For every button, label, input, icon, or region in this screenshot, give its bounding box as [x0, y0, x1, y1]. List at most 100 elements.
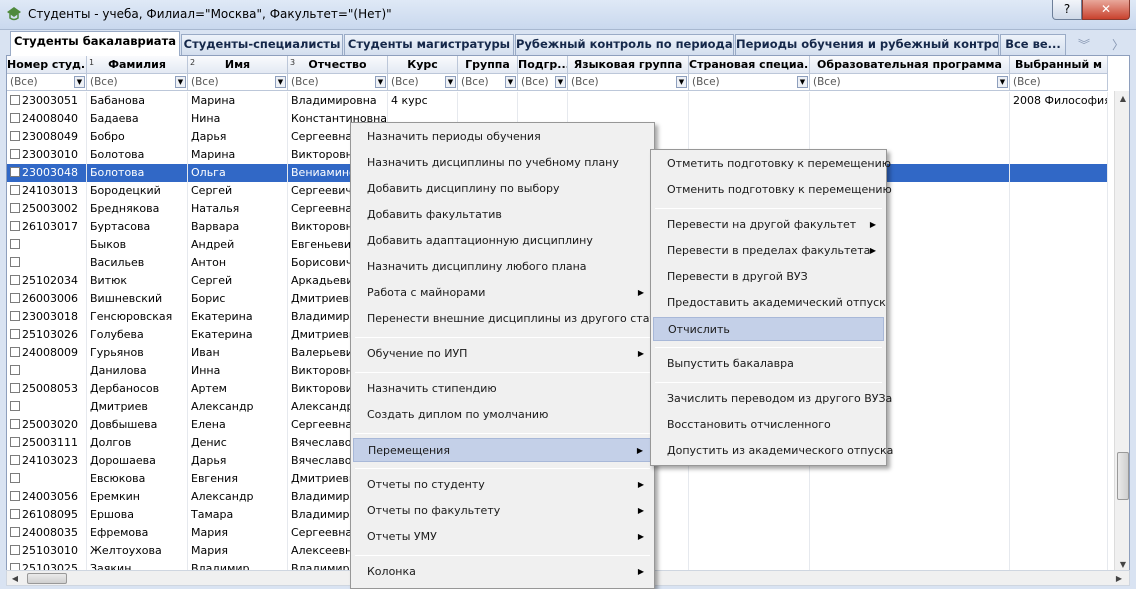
cell-last-name[interactable]: Ершова [87, 506, 188, 524]
cell-student-number[interactable]: 25003111 [7, 434, 87, 452]
column-filter-last-name[interactable]: (Все) ▼ [87, 74, 188, 91]
cell-selected-minor[interactable] [1010, 398, 1108, 416]
column-filter-country-spec[interactable]: (Все) ▼ [689, 74, 810, 91]
submenu-item[interactable]: Зачислить переводом из другого ВУЗа [653, 387, 892, 411]
cell-student-number[interactable]: 25008053 [7, 380, 87, 398]
submenu-item[interactable]: Восстановить отчисленного [653, 413, 884, 437]
cell-student-number[interactable]: 23003010 [7, 146, 87, 164]
cell-last-name[interactable]: Генсюровская [87, 308, 188, 326]
row-checkbox[interactable] [10, 401, 20, 411]
cell-last-name[interactable]: Гурьянов [87, 344, 188, 362]
cell-student-number[interactable]: 25103026 [7, 326, 87, 344]
filter-dropdown-icon[interactable]: ▼ [505, 76, 516, 88]
submenu-item[interactable]: Перевести на другой факультет ▶ [653, 213, 884, 237]
cell-student-number[interactable]: 26003006 [7, 290, 87, 308]
cell-edu-program[interactable] [810, 542, 1010, 560]
cell-edu-program[interactable] [810, 92, 1010, 110]
cell-student-number[interactable]: 24103013 [7, 182, 87, 200]
row-checkbox[interactable] [10, 95, 20, 105]
row-checkbox[interactable] [10, 167, 20, 177]
tab-bachelor-students[interactable]: Студенты бакалавриата [10, 31, 180, 56]
cell-last-name[interactable]: Вишневский [87, 290, 188, 308]
cell-student-number[interactable]: 23008049 [7, 128, 87, 146]
column-filter-language-group[interactable]: (Все) ▼ [568, 74, 689, 91]
tab-all[interactable]: Все ве... [1000, 34, 1066, 55]
cell-selected-minor[interactable]: 2008 Философия... [1010, 92, 1108, 110]
cell-last-name[interactable]: Евсюкова [87, 470, 188, 488]
cell-student-number[interactable]: 25102034 [7, 272, 87, 290]
chevron-right-icon[interactable]: 〉 [1112, 36, 1124, 53]
cell-selected-minor[interactable] [1010, 110, 1108, 128]
row-checkbox[interactable] [10, 419, 20, 429]
cell-selected-minor[interactable] [1010, 344, 1108, 362]
cell-student-number[interactable]: 24008009 [7, 344, 87, 362]
scroll-up-icon[interactable]: ▲ [1115, 91, 1129, 107]
cell-first-name[interactable]: Александр [188, 488, 288, 506]
cell-selected-minor[interactable] [1010, 506, 1108, 524]
context-menu-item[interactable]: Отчеты по факультету ▶ [353, 499, 652, 523]
cell-first-name[interactable]: Екатерина [188, 326, 288, 344]
cell-selected-minor[interactable] [1010, 272, 1108, 290]
cell-first-name[interactable]: Марина [188, 146, 288, 164]
column-header-student-number[interactable]: Номер студ... [7, 56, 87, 74]
cell-student-number[interactable]: 23003051 [7, 92, 87, 110]
cell-first-name[interactable]: Инна [188, 362, 288, 380]
cell-selected-minor[interactable] [1010, 200, 1108, 218]
column-header-edu-program[interactable]: Образовательная программа [810, 56, 1010, 74]
column-filter-subgroup[interactable]: (Все) ▼ [518, 74, 568, 91]
filter-dropdown-icon[interactable]: ▼ [175, 76, 186, 88]
cell-student-number[interactable]: 25103010 [7, 542, 87, 560]
context-menu-item[interactable]: Назначить дисциплины по учебному плану [353, 151, 652, 175]
scroll-thumb[interactable] [1117, 452, 1129, 500]
cell-last-name[interactable]: Бреднякова [87, 200, 188, 218]
cell-last-name[interactable]: Буртасова [87, 218, 188, 236]
row-checkbox[interactable] [10, 329, 20, 339]
column-header-last-name[interactable]: 1 Фамилия [87, 56, 188, 74]
column-filter-selected-minor[interactable]: (Все) [1010, 74, 1108, 91]
cell-student-number[interactable]: 25003020 [7, 416, 87, 434]
cell-student-number[interactable]: 23003048 [7, 164, 87, 182]
tab-specialist-students[interactable]: Студенты-специалисты [181, 34, 343, 55]
context-menu-item[interactable]: Отчеты по студенту ▶ [353, 473, 652, 497]
context-menu-item[interactable]: Назначить дисциплину любого плана [353, 255, 652, 279]
cell-first-name[interactable]: Екатерина [188, 308, 288, 326]
row-checkbox[interactable] [10, 257, 20, 267]
cell-selected-minor[interactable] [1010, 146, 1108, 164]
cell-student-number[interactable]: 23003018 [7, 308, 87, 326]
submenu-item[interactable]: Отменить подготовку к перемещению [653, 178, 892, 202]
submenu-item[interactable]: Допустить из академического отпуска [653, 439, 893, 463]
chevron-down-icon[interactable]: ︾ [1078, 36, 1090, 53]
cell-selected-minor[interactable] [1010, 290, 1108, 308]
cell-selected-minor[interactable] [1010, 488, 1108, 506]
cell-first-name[interactable]: Варвара [188, 218, 288, 236]
submenu-item[interactable]: Предоставить академический отпуск [653, 291, 886, 315]
cell-last-name[interactable]: Болотова [87, 146, 188, 164]
cell-last-name[interactable]: Дорошаева [87, 452, 188, 470]
cell-first-name[interactable]: Наталья [188, 200, 288, 218]
column-filter-edu-program[interactable]: (Все) ▼ [810, 74, 1010, 91]
context-menu-item[interactable]: Работа с майнорами ▶ [353, 281, 652, 305]
cell-edu-program[interactable] [810, 488, 1010, 506]
row-checkbox[interactable] [10, 311, 20, 321]
cell-edu-program[interactable] [810, 524, 1010, 542]
context-menu-item[interactable]: Колонка ▶ [353, 560, 652, 584]
cell-student-number[interactable] [7, 470, 87, 488]
cell-student-number[interactable]: 24008035 [7, 524, 87, 542]
row-checkbox[interactable] [10, 185, 20, 195]
context-menu-item[interactable]: Перенести внешние дисциплины из другого … [353, 307, 675, 331]
cell-student-number[interactable]: 26108095 [7, 506, 87, 524]
cell-patronymic[interactable]: Владимировна [288, 92, 388, 110]
cell-edu-program[interactable] [810, 506, 1010, 524]
cell-selected-minor[interactable] [1010, 434, 1108, 452]
vertical-scrollbar[interactable]: ▲ ▼ [1114, 91, 1129, 572]
cell-first-name[interactable]: Сергей [188, 272, 288, 290]
column-filter-student-number[interactable]: (Все) ▼ [7, 74, 87, 91]
context-menu-item[interactable]: Добавить факультатив [353, 203, 652, 227]
filter-dropdown-icon[interactable]: ▼ [375, 76, 386, 88]
row-checkbox[interactable] [10, 221, 20, 231]
cell-first-name[interactable]: Артем [188, 380, 288, 398]
context-menu-item[interactable]: Назначить стипендию [353, 377, 652, 401]
row-checkbox[interactable] [10, 131, 20, 141]
cell-selected-minor[interactable] [1010, 380, 1108, 398]
cell-country-spec[interactable] [689, 128, 810, 146]
